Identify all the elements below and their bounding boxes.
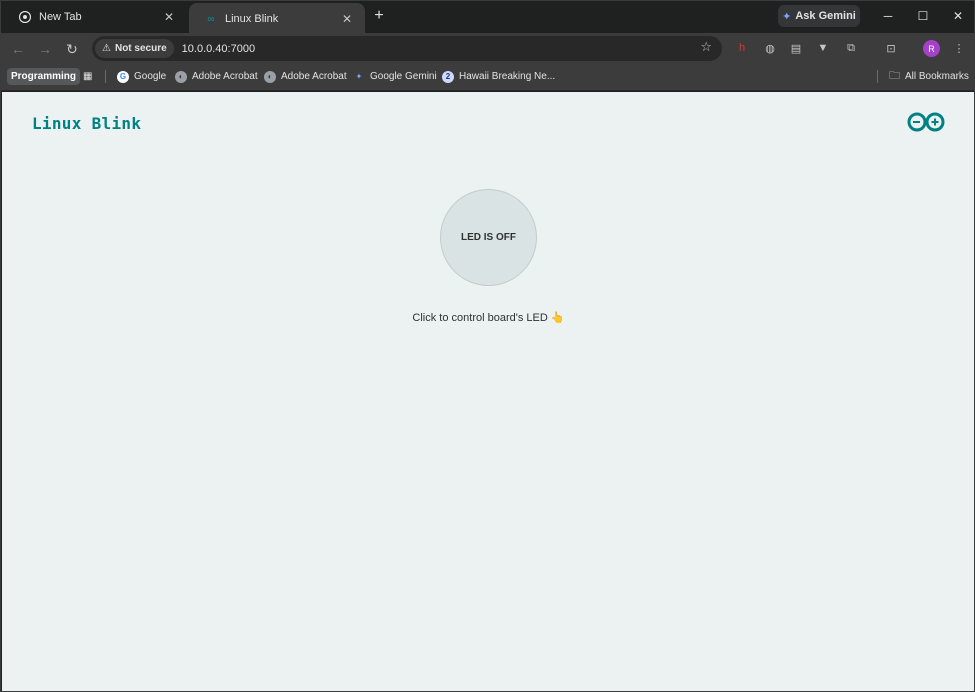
tab-title: Linux Blink — [225, 13, 279, 25]
ask-gemini-label: Ask Gemini — [795, 10, 856, 22]
bookmark-star-icon[interactable]: ☆ — [700, 39, 712, 55]
bookmark-label: Google — [134, 71, 167, 82]
extension-v-icon[interactable]: ▼ — [815, 40, 831, 56]
address-bar[interactable]: ⚠ Not secure 10.0.0.40:7000 ☆ — [92, 36, 722, 61]
bookmark-adobe-acrobat-2[interactable]: ◐ Adobe Acrobat — [264, 68, 347, 85]
security-label: Not secure — [114, 43, 167, 54]
gemini-icon: ✦ — [782, 10, 792, 23]
all-bookmarks-label: All Bookmarks — [905, 71, 969, 82]
news-icon: 2 — [442, 70, 454, 83]
gemini-icon: ✦ — [355, 72, 363, 81]
bookmark-folder-programming[interactable]: Programming — [7, 68, 81, 85]
led-hint-text: Click to control board's LED 👆 — [412, 312, 565, 324]
browser-window: New Tab ✕ ∞ Linux Blink ✕ + ✦ Ask Gemini… — [0, 0, 975, 692]
apps-grid-icon[interactable]: ▦ — [83, 68, 92, 85]
extension-cookie-icon[interactable]: ◍ — [762, 40, 778, 56]
arduino-logo-icon — [907, 112, 945, 132]
page-title: Linux Blink — [32, 114, 142, 133]
window-close-button[interactable]: ✕ — [945, 5, 971, 27]
page-content: Linux Blink LED IS OFF Click to control … — [2, 92, 974, 691]
bookmark-hawaii-news[interactable]: 2 Hawaii Breaking Ne... — [442, 68, 555, 85]
bookmark-adobe-acrobat-1[interactable]: ◐ Adobe Acrobat — [175, 68, 258, 85]
globe-icon: ◐ — [264, 70, 276, 83]
tab-title: New Tab — [39, 11, 82, 23]
minimize-button[interactable]: ─ — [875, 5, 901, 27]
globe-icon: ◐ — [175, 70, 187, 83]
warning-icon: ⚠ — [102, 43, 111, 54]
led-toggle-button[interactable]: LED IS OFF — [440, 189, 537, 286]
tab-linux-blink[interactable]: ∞ Linux Blink ✕ — [189, 3, 365, 35]
maximize-button[interactable]: ☐ — [910, 5, 936, 27]
close-icon[interactable]: ✕ — [339, 11, 355, 27]
back-button[interactable]: ← — [8, 39, 28, 59]
reload-button[interactable]: ↻ — [62, 39, 82, 59]
bookmark-google[interactable]: G Google — [117, 68, 166, 85]
forward-button[interactable]: → — [35, 39, 55, 59]
folder-icon: 🗀 — [889, 70, 900, 82]
bookmark-divider — [105, 70, 106, 83]
extension-printer-icon[interactable]: ▤ — [788, 40, 804, 56]
bookmark-label: Google Gemini — [370, 71, 437, 82]
browser-toolbar: ← → ↻ ⚠ Not secure 10.0.0.40:7000 ☆ h ◍ … — [1, 33, 974, 63]
site-info-chip[interactable]: ⚠ Not secure — [95, 39, 174, 58]
tab-strip: New Tab ✕ ∞ Linux Blink ✕ + ✦ Ask Gemini… — [1, 1, 974, 35]
bookmark-google-gemini[interactable]: ✦ Google Gemini — [353, 68, 437, 85]
arduino-icon: ∞ — [207, 13, 215, 25]
bookmarks-bar: Programming ▦ G Google ◐ Adobe Acrobat ◐… — [1, 63, 974, 91]
ask-gemini-button[interactable]: ✦ Ask Gemini — [778, 5, 860, 27]
extension-h-icon[interactable]: h — [734, 40, 750, 56]
media-cast-icon[interactable]: ⊡ — [883, 40, 899, 56]
bookmark-label: Adobe Acrobat — [281, 71, 347, 82]
bookmark-divider — [877, 70, 878, 83]
chrome-icon — [17, 9, 33, 25]
extensions-puzzle-icon[interactable]: ⧉ — [843, 40, 859, 56]
all-bookmarks[interactable]: 🗀 All Bookmarks — [889, 68, 969, 85]
google-icon: G — [117, 70, 129, 83]
close-icon[interactable]: ✕ — [161, 9, 177, 25]
bookmark-label: Hawaii Breaking Ne... — [459, 71, 556, 82]
url-text[interactable]: 10.0.0.40:7000 — [182, 43, 255, 55]
tab-new-tab[interactable]: New Tab ✕ — [3, 3, 187, 31]
new-tab-button[interactable]: + — [370, 7, 388, 25]
bookmark-label: Adobe Acrobat — [192, 71, 258, 82]
menu-kebab-icon[interactable]: ⋮ — [951, 40, 967, 56]
profile-avatar[interactable]: R — [923, 40, 940, 57]
